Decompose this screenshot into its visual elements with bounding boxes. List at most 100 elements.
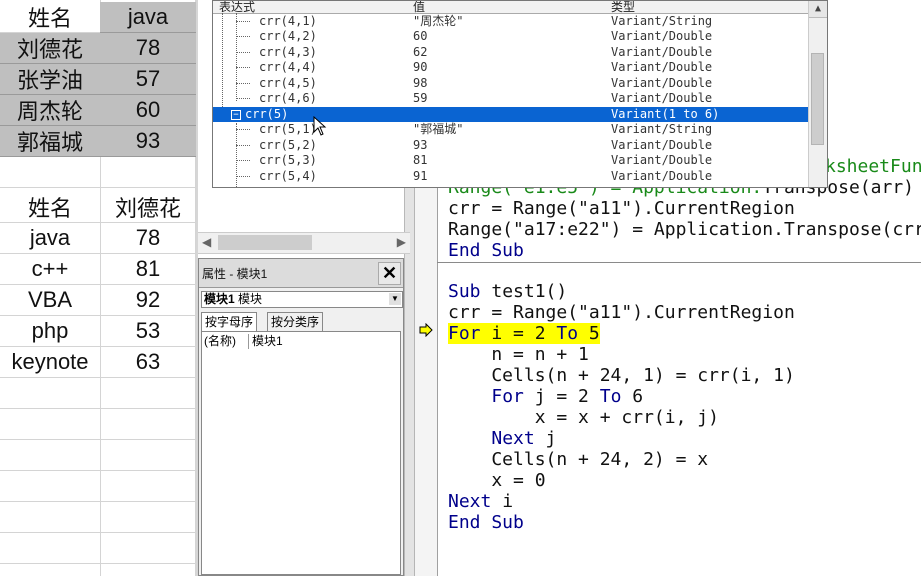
watch-row[interactable]: crr(5,1) "郭福城" Variant/String [213,122,811,137]
code-line[interactable]: crr = Range("a11").CurrentRegion [448,198,795,219]
empty-cell[interactable] [100,471,196,502]
watch-row[interactable]: crr(4,2) 60 Variant/Double [213,29,811,44]
cell-score[interactable]: 93 [100,126,196,157]
properties-titlebar[interactable]: 属性 - 模块1 ✕ [199,259,403,288]
empty-cell[interactable] [100,533,196,564]
empty-cell[interactable] [0,157,100,188]
watch-row[interactable]: crr(5,4) 91 Variant/Double [213,169,811,184]
cell-subject[interactable]: VBA [0,285,100,316]
cell-name[interactable]: 郭福城 [0,126,100,157]
watch-row[interactable]: crr(4,6) 59 Variant/Double [213,91,811,106]
scroll-right-icon[interactable]: ▶ [397,235,406,249]
watch-value: 60 [413,29,428,43]
empty-cell[interactable] [100,157,196,188]
column-header-expression[interactable]: 表达式 [219,1,255,15]
cell-header-person[interactable]: 刘德花 [100,192,196,223]
properties-window: 属性 - 模块1 ✕ 模块1 模块 ▼ 按字母序 按分类序 (名称) 模块1 [198,258,404,576]
object-select[interactable]: 模块1 模块 ▼ [201,291,403,308]
column-header-type[interactable]: 类型 [611,1,635,15]
code-line[interactable]: n = n + 1 [448,344,589,365]
cell-score[interactable]: 78 [100,223,196,254]
empty-cell[interactable] [100,440,196,471]
watch-row-selected[interactable]: − crr(5) Variant(1 to 6) [213,107,811,122]
code-line[interactable]: crr = Range("a11").CurrentRegion [448,302,795,323]
watch-row[interactable]: crr(5,2) 93 Variant/Double [213,138,811,153]
cell-score[interactable]: 63 [100,347,196,378]
code-text: test1() [480,281,568,302]
code-keyword: To [556,323,579,344]
watch-value: 91 [413,169,428,183]
cell-score[interactable]: 53 [100,316,196,347]
code-line-sub-test1[interactable]: Sub test1() [448,281,567,302]
cell-name[interactable]: 张学油 [0,64,100,95]
watch-type: Variant/Double [611,91,713,105]
empty-cell[interactable] [0,502,100,533]
cell-subject[interactable]: keynote [0,347,100,378]
empty-cell[interactable] [100,378,196,409]
code-line[interactable]: x = x + crr(i, j) [448,407,719,428]
cell-subject[interactable]: c++ [0,254,100,285]
code-line-end-sub[interactable]: End Sub [448,240,524,261]
empty-cell[interactable] [0,378,100,409]
watch-row[interactable]: crr(4,1) "周杰轮" Variant/String [213,14,811,29]
watch-row[interactable]: crr(5,3) 81 Variant/Double [213,153,811,168]
scroll-thumb[interactable] [811,53,824,145]
close-icon[interactable]: ✕ [378,262,401,285]
cell-name[interactable]: 周杰轮 [0,95,100,126]
watch-row[interactable]: crr(4,3) 62 Variant/Double [213,45,811,60]
tab-categorized[interactable]: 按分类序 [267,312,324,331]
property-value[interactable]: 模块1 [252,334,283,349]
empty-cell[interactable] [100,409,196,440]
watch-window: 表达式 值 类型 crr(4,1) "周杰轮" Variant/String c… [212,0,828,188]
watch-row[interactable]: crr(4,5) 98 Variant/Double [213,76,811,91]
collapse-icon[interactable]: − [231,110,241,120]
watch-expression: crr(5,3) [259,153,317,167]
watch-value: 98 [413,76,428,90]
cell-header-name[interactable]: 姓名 [0,192,100,223]
cell-score[interactable]: 57 [100,64,196,95]
watch-type: Variant/Double [611,76,713,90]
code-line-for-j[interactable]: For j = 2 To 6 [448,386,643,407]
spreadsheet-grid[interactable]: 姓名 java 刘德花 78 张学油 57 周杰轮 60 郭福城 93 姓名 刘… [0,0,196,576]
code-line[interactable]: Cells(n + 24, 2) = x [448,449,708,470]
cell-score[interactable]: 78 [100,33,196,64]
empty-cell[interactable] [0,409,100,440]
empty-cell[interactable] [0,533,100,564]
cell-subject[interactable]: php [0,316,100,347]
code-line-next-i[interactable]: Next i [448,491,513,512]
scroll-thumb[interactable] [218,235,312,250]
cell-header-java[interactable]: java [100,2,196,33]
cell-header-name[interactable]: 姓名 [0,2,100,33]
watch-vscroll[interactable]: ▲ [808,1,827,187]
code-line[interactable]: Range("a17:e22") = Application.Transpose… [448,219,921,240]
scroll-left-icon[interactable]: ◀ [202,235,211,249]
watch-header: 表达式 值 类型 [213,1,827,15]
cell-score[interactable]: 60 [100,95,196,126]
column-header-value[interactable]: 值 [413,1,425,15]
empty-cell[interactable] [0,471,100,502]
code-line[interactable]: x = 0 [448,470,545,491]
cell-subject[interactable]: java [0,223,100,254]
cell-score[interactable]: 92 [100,285,196,316]
property-row-name[interactable]: (名称) 模块1 [202,334,400,349]
watch-expression: crr(4,3) [259,45,317,59]
cell-name[interactable]: 刘德花 [0,33,100,64]
watch-type: Variant/Double [611,138,713,152]
code-line-end-sub[interactable]: End Sub [448,512,524,533]
cell-score[interactable]: 81 [100,254,196,285]
tab-alphabetic[interactable]: 按字母序 [201,312,258,331]
code-line-current[interactable]: For i = 2 To 5 [448,323,600,344]
watch-expression: crr(4,6) [259,91,317,105]
project-explorer-hscroll[interactable]: ◀ ▶ [198,232,410,254]
execution-arrow-icon [419,323,433,337]
empty-cell[interactable] [100,502,196,533]
watch-type: Variant/Double [611,45,713,59]
scroll-up-icon[interactable]: ▲ [809,1,827,18]
empty-cell[interactable] [0,440,100,471]
code-line-next-j[interactable]: Next j [448,428,556,449]
chevron-down-icon[interactable]: ▼ [389,293,401,305]
code-line[interactable]: Cells(n + 24, 1) = crr(i, 1) [448,365,794,386]
watch-expression: crr(5,4) [259,169,317,183]
watch-row[interactable]: crr(4,4) 90 Variant/Double [213,60,811,75]
